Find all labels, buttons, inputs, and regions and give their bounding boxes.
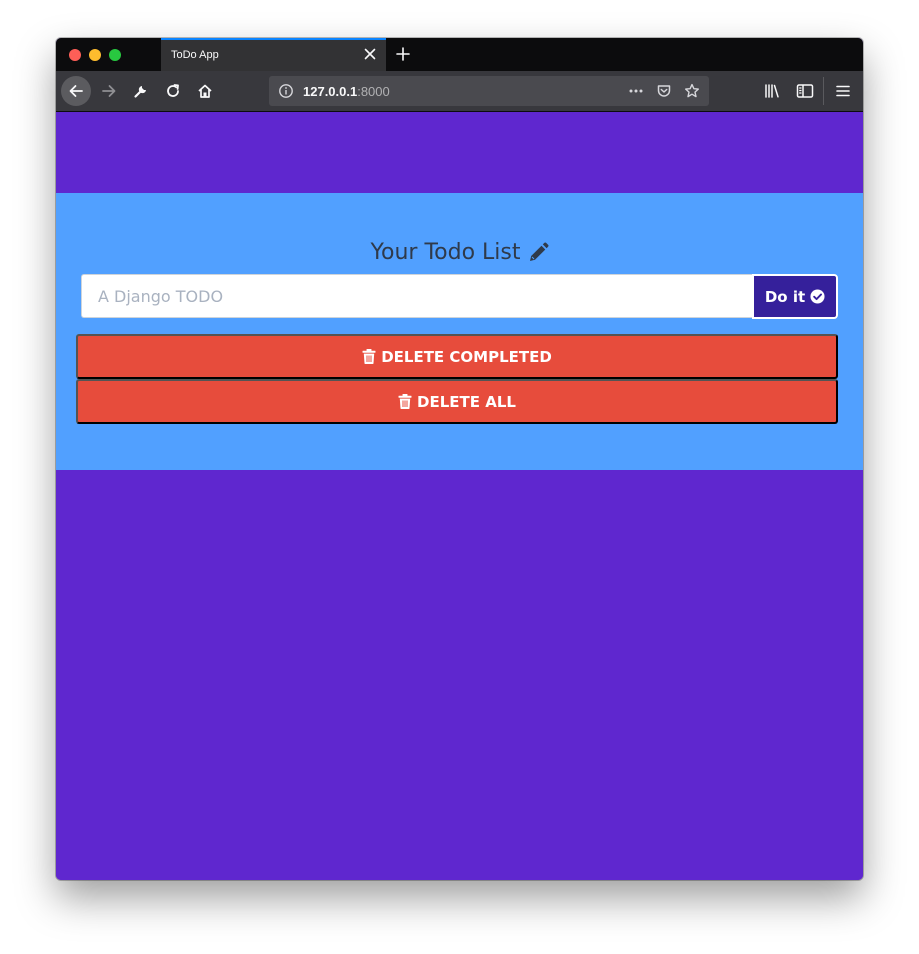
reload-button[interactable] [158, 76, 188, 106]
url-text: 127.0.0.1:8000 [303, 84, 390, 99]
developer-tools-button[interactable] [126, 76, 156, 106]
home-icon [198, 84, 212, 98]
todo-panel: Your Todo List Do it [56, 193, 863, 470]
forward-button[interactable] [94, 76, 124, 106]
address-bar[interactable]: 127.0.0.1:8000 [269, 76, 709, 106]
zoom-window-button[interactable] [109, 49, 121, 61]
home-button[interactable] [190, 76, 220, 106]
reload-icon [167, 84, 179, 97]
url-port: :8000 [357, 84, 390, 99]
page-content: Your Todo List Do it [56, 112, 863, 880]
pencil-icon [529, 242, 548, 261]
url-host: 127.0.0.1 [303, 84, 358, 99]
library-button[interactable] [761, 79, 785, 103]
tab-title: ToDo App [171, 49, 219, 61]
pocket-icon[interactable] [656, 83, 672, 99]
close-window-button[interactable] [69, 49, 81, 61]
trash-icon [398, 394, 412, 409]
forward-arrow-icon [102, 85, 116, 97]
open-menu-button[interactable] [831, 79, 855, 103]
back-button[interactable] [61, 76, 91, 106]
navigation-toolbar: 127.0.0.1:8000 [56, 71, 863, 112]
page-actions-icon[interactable] [628, 83, 644, 99]
delete-completed-button[interactable]: DELETE COMPLETED [76, 334, 838, 379]
page-title: Your Todo List [370, 240, 521, 265]
wrench-icon [134, 86, 146, 98]
delete-all-label: DELETE ALL [417, 392, 516, 411]
tab-strip: ToDo App [56, 38, 863, 71]
page-heading: Your Todo List [56, 240, 863, 265]
delete-all-button[interactable]: DELETE ALL [76, 379, 838, 424]
info-icon[interactable] [278, 83, 294, 99]
close-tab-icon[interactable] [363, 47, 377, 61]
new-tab-icon[interactable] [395, 46, 411, 62]
trash-icon [362, 349, 376, 364]
sidebar-button[interactable] [793, 79, 817, 103]
todo-input[interactable] [81, 274, 753, 318]
do-it-button[interactable]: Do it [752, 274, 838, 319]
back-arrow-icon [69, 85, 83, 97]
hamburger-menu-icon [836, 85, 850, 97]
delete-completed-label: DELETE COMPLETED [381, 347, 552, 366]
browser-window: ToDo App 127.0.0.1:8000 Your Todo List A… [56, 38, 863, 880]
check-circle-icon [810, 289, 825, 304]
tab-todo-app[interactable]: ToDo App [161, 38, 386, 71]
library-icon [765, 84, 779, 98]
do-it-label: Do it [764, 287, 806, 306]
bookmark-star-icon[interactable] [684, 83, 700, 99]
toolbar-separator [823, 77, 824, 105]
sidebar-icon [796, 84, 814, 98]
minimize-window-button[interactable] [89, 49, 101, 61]
